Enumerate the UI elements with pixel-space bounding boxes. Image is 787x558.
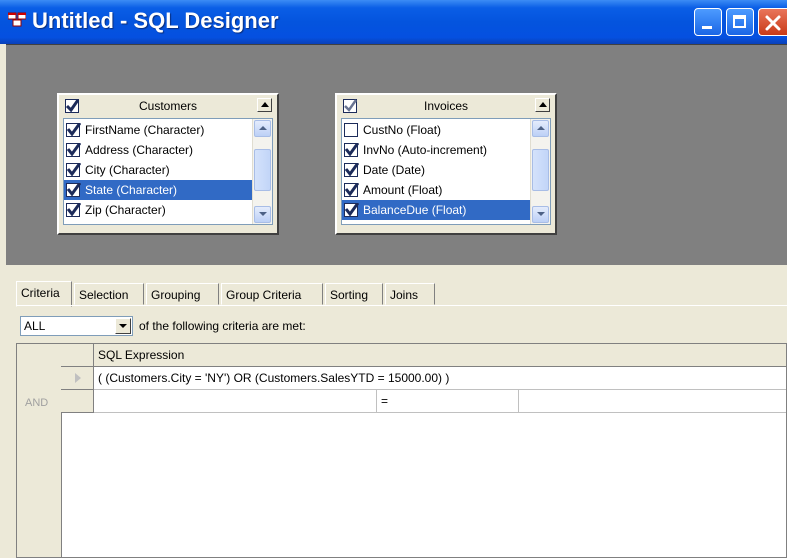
field-row[interactable]: CustNo (Float)	[342, 120, 530, 140]
checkbox-checked-icon[interactable]	[66, 203, 81, 217]
field-label: CustNo (Float)	[363, 123, 442, 137]
table-header: Customers	[59, 95, 277, 117]
tab-divider	[16, 305, 787, 306]
and-label: AND	[25, 397, 49, 409]
vertical-scrollbar[interactable]	[252, 119, 272, 224]
field-label: Address (Character)	[85, 143, 194, 157]
table-name: Invoices	[423, 99, 469, 113]
tab-group-criteria[interactable]: Group Criteria	[221, 283, 323, 305]
row-pointer-icon	[75, 373, 81, 383]
field-row[interactable]: InvNo (Auto-increment)	[342, 140, 530, 160]
field-label: InvNo (Auto-increment)	[363, 143, 488, 157]
field-row[interactable]: Zip (Character)	[64, 200, 252, 220]
field-row-selected[interactable]: State (Character)	[64, 180, 252, 200]
field-label: Date (Date)	[363, 163, 426, 177]
scroll-up-button[interactable]	[532, 120, 549, 137]
column-header-sql-expression[interactable]: SQL Expression	[94, 344, 786, 367]
row-selector[interactable]	[61, 390, 94, 413]
checkbox-checked-icon[interactable]	[66, 123, 81, 137]
window-title: Untitled - SQL Designer	[32, 8, 279, 33]
field-list[interactable]: CustNo (Float) InvNo (Auto-increment) Da…	[341, 118, 551, 225]
field-label: Zip (Character)	[85, 203, 166, 217]
criteria-grid[interactable]: AND SQL Expression ( (Customers.City = '…	[16, 343, 787, 558]
checkbox-checked-icon[interactable]	[344, 183, 359, 197]
checkbox-checked-icon[interactable]	[66, 163, 81, 177]
field-row[interactable]: FirstName (Character)	[64, 120, 252, 140]
vertical-scrollbar[interactable]	[530, 119, 550, 224]
table-invoices[interactable]: Invoices CustNo (Float) InvNo (Auto-incr…	[335, 93, 557, 235]
sql-expression-cell[interactable]: ( (Customers.City = 'NY') OR (Customers.…	[98, 371, 449, 385]
title-bar[interactable]: Untitled - SQL Designer	[0, 0, 787, 44]
tab-selection[interactable]: Selection	[74, 283, 144, 305]
field-row[interactable]: Address (Character)	[64, 140, 252, 160]
field-label: State (Character)	[85, 183, 178, 197]
field-label: Amount (Float)	[363, 183, 443, 197]
close-button[interactable]	[758, 8, 787, 36]
maximize-icon	[733, 15, 746, 28]
checkbox-checked-icon[interactable]	[344, 163, 359, 177]
field-row[interactable]: Date (Date)	[342, 160, 530, 180]
scroll-down-button[interactable]	[532, 206, 549, 223]
field-label: FirstName (Character)	[85, 123, 205, 137]
app-icon	[8, 12, 26, 27]
collapse-button[interactable]	[257, 98, 272, 112]
criteria-row[interactable]: ( (Customers.City = 'NY') OR (Customers.…	[94, 367, 786, 390]
table-name: Customers	[138, 99, 197, 113]
field-row[interactable]: City (Character)	[64, 160, 252, 180]
match-mode-value: ALL	[24, 319, 46, 333]
field-label: BalanceDue (Float)	[363, 203, 467, 217]
checkbox-unchecked-icon[interactable]	[344, 123, 359, 137]
tab-sorting[interactable]: Sorting	[325, 283, 383, 305]
collapse-button[interactable]	[535, 98, 550, 112]
cell-divider	[376, 390, 377, 412]
table-header: Invoices	[337, 95, 555, 117]
column-header-label: SQL Expression	[98, 348, 185, 362]
tab-joins[interactable]: Joins	[385, 283, 435, 305]
table-customers[interactable]: Customers FirstName (Character) Address …	[57, 93, 279, 235]
checkbox-checked-icon[interactable]	[66, 183, 81, 197]
cell-divider	[518, 390, 519, 412]
scroll-thumb[interactable]	[254, 149, 271, 191]
criteria-suffix-label: of the following criteria are met:	[139, 319, 306, 333]
grid-corner	[61, 344, 94, 367]
minimize-icon	[702, 26, 712, 29]
match-mode-select[interactable]: ALL	[20, 316, 133, 336]
maximize-button[interactable]	[726, 8, 754, 36]
dropdown-arrow-icon[interactable]	[115, 318, 131, 334]
row-label-gutter: AND	[17, 344, 62, 557]
scroll-down-button[interactable]	[254, 206, 271, 223]
design-area[interactable]: Customers FirstName (Character) Address …	[6, 44, 787, 265]
field-row-selected[interactable]: BalanceDue (Float)	[342, 200, 530, 220]
checkbox-checked-icon[interactable]	[66, 143, 81, 157]
close-icon	[765, 15, 781, 31]
scroll-thumb[interactable]	[532, 149, 549, 191]
minimize-button[interactable]	[694, 8, 722, 36]
tab-criteria[interactable]: Criteria	[16, 281, 72, 307]
checkbox-checked-icon[interactable]	[344, 203, 359, 217]
criteria-panel: Criteria Selection Grouping Group Criter…	[6, 268, 787, 558]
operator-cell[interactable]: =	[381, 394, 388, 408]
field-label: City (Character)	[85, 163, 170, 177]
row-selector[interactable]	[61, 367, 94, 390]
checkbox-checked-icon[interactable]	[344, 143, 359, 157]
field-list[interactable]: FirstName (Character) Address (Character…	[63, 118, 273, 225]
criteria-row[interactable]: =	[94, 390, 786, 413]
tab-grouping[interactable]: Grouping	[146, 283, 219, 305]
field-row[interactable]: Amount (Float)	[342, 180, 530, 200]
scroll-up-button[interactable]	[254, 120, 271, 137]
